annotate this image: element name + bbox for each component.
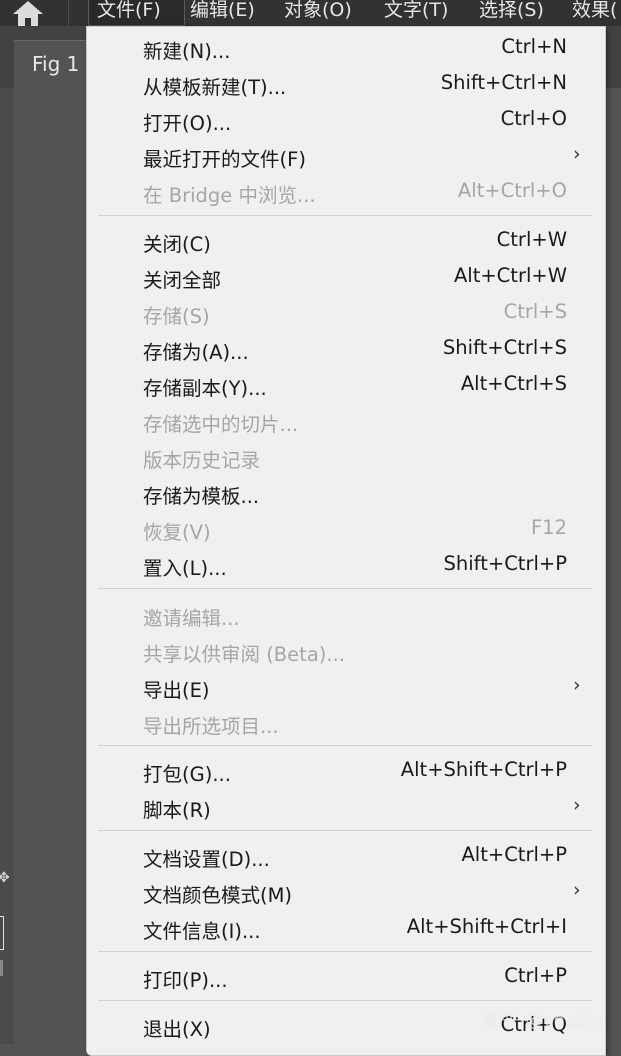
- document-tab-label: Fig 1: [32, 52, 80, 76]
- menu-item-label: 最近打开的文件(F): [143, 148, 306, 171]
- menu-bar: 文件(F) 编辑(E) 对象(O) 文字(T) 选择(S) 效果(: [0, 0, 621, 26]
- tools-panel: ✥: [0, 88, 14, 1044]
- menu-item-label: 版本历史记录: [143, 449, 261, 472]
- menu-item-shortcut: Alt+Shift+Ctrl+P: [400, 758, 567, 781]
- menu-item-close[interactable]: 关闭(C) Ctrl+W: [87, 223, 605, 259]
- menu-item-label: 关闭全部: [143, 269, 222, 292]
- menu-item-package[interactable]: 打包(G)... Alt+Shift+Ctrl+P: [87, 753, 605, 789]
- menu-item-shortcut: Alt+Ctrl+S: [460, 372, 567, 395]
- menu-item-scripts[interactable]: 脚本(R) ›: [87, 789, 605, 825]
- menu-item-share-for-review[interactable]: 共享以供审阅 (Beta)...: [87, 633, 605, 669]
- menu-separator: [98, 745, 592, 746]
- menu-item-browse-in-bridge[interactable]: 在 Bridge 中浏览... Alt+Ctrl+O: [87, 174, 605, 210]
- menu-item-label: 文档颜色模式(M): [143, 884, 293, 907]
- menu-effect[interactable]: 效果(: [572, 0, 617, 26]
- menu-item-label: 关闭(C): [143, 233, 211, 256]
- chevron-right-icon: ›: [573, 879, 581, 901]
- menu-item-place[interactable]: 置入(L)... Shift+Ctrl+P: [87, 547, 605, 583]
- menu-item-file-info[interactable]: 文件信息(I)... Alt+Shift+Ctrl+I: [87, 910, 605, 946]
- watermark: 知乎 @cobble: [484, 1010, 604, 1031]
- menu-item-shortcut: Ctrl+S: [503, 300, 567, 323]
- menu-item-shortcut: Ctrl+P: [504, 964, 567, 987]
- menu-item-label: 恢复(V): [143, 521, 211, 544]
- menu-item-shortcut: Shift+Ctrl+P: [443, 552, 567, 575]
- chevron-right-icon: ›: [573, 794, 581, 816]
- menu-item-shortcut: Alt+Ctrl+P: [461, 843, 567, 866]
- screen-mode-icon[interactable]: [0, 960, 3, 976]
- menu-item-label: 存储为(A)...: [143, 341, 249, 364]
- chevron-right-icon: ›: [573, 674, 581, 696]
- menu-item-open[interactable]: 打开(O)... Ctrl+O: [87, 102, 605, 138]
- menu-item-label: 新建(N)...: [143, 40, 231, 63]
- menu-item-label: 打包(G)...: [143, 763, 231, 786]
- menu-item-save-copy[interactable]: 存储副本(Y)... Alt+Ctrl+S: [87, 367, 605, 403]
- menu-object[interactable]: 对象(O): [284, 0, 352, 26]
- menu-item-label: 置入(L)...: [143, 557, 227, 580]
- chevron-right-icon: ›: [573, 143, 581, 165]
- menu-item-shortcut: Ctrl+W: [496, 228, 567, 251]
- menu-item-label: 打印(P)...: [143, 969, 228, 992]
- menu-item-shortcut: Ctrl+N: [501, 35, 567, 58]
- menu-edit[interactable]: 编辑(E): [190, 0, 255, 26]
- menu-item-label: 从模板新建(T)...: [143, 76, 287, 99]
- menu-item-document-color-mode[interactable]: 文档颜色模式(M) ›: [87, 874, 605, 910]
- menu-item-new-from-template[interactable]: 从模板新建(T)... Shift+Ctrl+N: [87, 66, 605, 102]
- menu-item-label: 导出所选项目...: [143, 715, 279, 738]
- menu-item-shortcut: Alt+Shift+Ctrl+I: [406, 915, 567, 938]
- menu-item-close-all[interactable]: 关闭全部 Alt+Ctrl+W: [87, 259, 605, 295]
- menu-item-export-selection[interactable]: 导出所选项目...: [87, 705, 605, 741]
- menu-item-label: 导出(E): [143, 679, 210, 702]
- menu-item-shortcut: Shift+Ctrl+S: [442, 336, 567, 359]
- menu-item-save-as-template[interactable]: 存储为模板...: [87, 475, 605, 511]
- menu-file[interactable]: 文件(F): [88, 0, 185, 26]
- menu-item-label: 退出(X): [143, 1018, 211, 1041]
- menu-item-label: 在 Bridge 中浏览...: [143, 184, 316, 207]
- menu-item-save[interactable]: 存储(S) Ctrl+S: [87, 295, 605, 331]
- menu-item-label: 存储选中的切片...: [143, 413, 299, 436]
- menu-item-label: 存储(S): [143, 305, 210, 328]
- menu-item-label: 邀请编辑...: [143, 607, 240, 630]
- menu-item-shortcut: Alt+Ctrl+O: [457, 179, 567, 202]
- menu-select[interactable]: 选择(S): [479, 0, 544, 26]
- menu-item-label: 存储副本(Y)...: [143, 377, 267, 400]
- menu-type[interactable]: 文字(T): [384, 0, 448, 26]
- menu-item-shortcut: F12: [530, 516, 567, 539]
- stroke-swatch[interactable]: [0, 916, 4, 950]
- menu-separator: [98, 830, 592, 831]
- menu-item-print[interactable]: 打印(P)... Ctrl+P: [87, 959, 605, 995]
- hand-tool-icon[interactable]: ✥: [0, 870, 10, 886]
- menu-item-label: 文件信息(I)...: [143, 920, 261, 943]
- menu-separator: [98, 951, 592, 952]
- menu-item-label: 存储为模板...: [143, 485, 260, 508]
- home-icon: [13, 1, 43, 26]
- menu-bar-divider: [68, 0, 69, 26]
- menu-item-save-selected-slices[interactable]: 存储选中的切片...: [87, 403, 605, 439]
- menu-item-label: 脚本(R): [143, 799, 211, 822]
- home-button[interactable]: [0, 0, 56, 26]
- menu-item-label: 打开(O)...: [143, 112, 232, 135]
- menu-item-open-recent[interactable]: 最近打开的文件(F) ›: [87, 138, 605, 174]
- menu-separator: [98, 1000, 592, 1001]
- menu-item-export[interactable]: 导出(E) ›: [87, 669, 605, 705]
- menu-item-new[interactable]: 新建(N)... Ctrl+N: [87, 30, 605, 66]
- menu-item-version-history[interactable]: 版本历史记录: [87, 439, 605, 475]
- file-menu-dropdown: 新建(N)... Ctrl+N 从模板新建(T)... Shift+Ctrl+N…: [86, 26, 606, 1056]
- menu-item-label: 共享以供审阅 (Beta)...: [143, 643, 345, 666]
- menu-item-document-setup[interactable]: 文档设置(D)... Alt+Ctrl+P: [87, 838, 605, 874]
- menu-item-label: 文档设置(D)...: [143, 848, 270, 871]
- menu-item-shortcut: Alt+Ctrl+W: [453, 264, 567, 287]
- menu-item-invite-to-edit[interactable]: 邀请编辑...: [87, 597, 605, 633]
- menu-item-shortcut: Ctrl+O: [500, 107, 567, 130]
- menu-item-revert[interactable]: 恢复(V) F12: [87, 511, 605, 547]
- menu-separator: [98, 215, 592, 216]
- menu-separator: [98, 588, 592, 589]
- menu-item-shortcut: Shift+Ctrl+N: [440, 71, 567, 94]
- menu-item-save-as[interactable]: 存储为(A)... Shift+Ctrl+S: [87, 331, 605, 367]
